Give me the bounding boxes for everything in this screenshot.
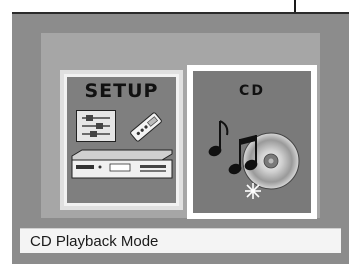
setup-menu-tile[interactable]: SETUP	[60, 70, 183, 210]
status-bar: CD Playback Mode	[20, 228, 341, 253]
player-device-icon	[71, 149, 173, 179]
cd-tile-label: CD	[239, 83, 265, 99]
music-disc-icon	[208, 120, 300, 199]
cd-menu-tile[interactable]: CD	[187, 65, 317, 219]
setup-tile-label: SETUP	[84, 80, 159, 102]
playback-mode-label: CD Playback Mode	[30, 233, 159, 250]
settings-sliders-icon	[76, 110, 116, 142]
remote-control-icon	[130, 112, 162, 142]
